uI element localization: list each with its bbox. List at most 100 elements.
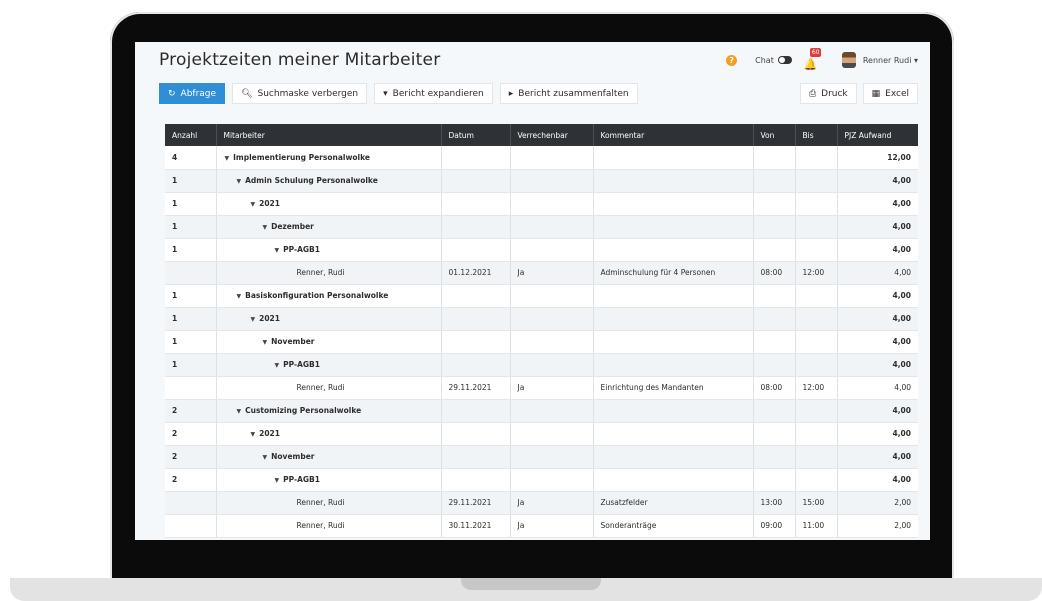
- table-group-row[interactable]: 2 ▼ 2021 4,00: [165, 422, 918, 446]
- column-header-mitarbeiter[interactable]: Mitarbeiter: [216, 124, 442, 146]
- cell-aufwand-text: 4,00: [892, 452, 911, 461]
- table-group-row[interactable]: 1 ▼ 2021 4,00: [165, 307, 918, 331]
- print-button[interactable]: ⎙ Druck: [799, 83, 857, 104]
- cell-kommentar-text: Adminschulung für 4 Personen: [600, 268, 716, 277]
- cell-datum-text: 01.12.2021: [448, 268, 492, 277]
- cell-count: [165, 261, 217, 285]
- cell-mitarbeiter-text: November: [271, 337, 315, 346]
- print-button-label: Druck: [821, 88, 848, 99]
- table-group-row[interactable]: 1 ▼ Basiskonfiguration Personalwolke 4,00: [165, 284, 918, 308]
- expand-caret-icon[interactable]: ▼: [237, 293, 242, 300]
- cell-kommentar: [593, 445, 754, 469]
- cell-kommentar-text: Einrichtung des Mandanten: [600, 383, 704, 392]
- cell-mitarbeiter: ▼ PP-AGB1: [216, 353, 442, 377]
- cell-mitarbeiter: ▼ November: [216, 445, 442, 469]
- cell-kommentar: [593, 330, 754, 354]
- column-header-kommentar[interactable]: Kommentar: [593, 124, 754, 146]
- cell-von-text: 08:00: [760, 383, 783, 392]
- cell-mitarbeiter-text: November: [271, 452, 315, 461]
- cell-aufwand-text: 12,00: [887, 152, 911, 162]
- expand-caret-icon[interactable]: ▼: [237, 178, 242, 185]
- table-group-row[interactable]: 1 ▼ PP-AGB1 4,00: [165, 353, 918, 377]
- expand-caret-icon[interactable]: ▼: [225, 155, 230, 162]
- cell-aufwand: 4,00: [837, 169, 918, 193]
- cell-datum: 30.11.2021: [441, 514, 511, 538]
- table-group-row[interactable]: 1 ▼ November 4,00: [165, 330, 918, 354]
- expand-caret-icon[interactable]: ▼: [251, 431, 256, 438]
- expand-caret-icon[interactable]: ▼: [251, 316, 256, 323]
- cell-aufwand-text: 4,00: [892, 475, 911, 484]
- cell-aufwand: 4,00: [837, 192, 918, 216]
- table-group-row[interactable]: 1 ▼ Dezember 4,00: [165, 215, 918, 239]
- cell-aufwand-text: 4,00: [892, 429, 911, 438]
- cell-datum: [441, 146, 511, 170]
- cell-aufwand-text: 4,00: [894, 383, 911, 392]
- expand-caret-icon[interactable]: ▼: [263, 454, 268, 461]
- cell-aufwand: 4,00: [837, 445, 918, 469]
- cell-mitarbeiter-text: Dezember: [271, 222, 314, 231]
- collapse-report-button[interactable]: ▸ Bericht zusammenfalten: [499, 83, 638, 104]
- table-group-row[interactable]: 1 ▼ 2021 4,00: [165, 192, 918, 216]
- query-button-label: Abfrage: [180, 88, 217, 99]
- expand-caret-icon[interactable]: ▼: [275, 477, 280, 484]
- cell-count: 2: [165, 399, 217, 423]
- cell-count: 1: [165, 353, 217, 377]
- cell-aufwand-text: 4,00: [894, 268, 911, 277]
- expand-caret-icon[interactable]: ▼: [263, 224, 268, 231]
- cell-von: [753, 146, 796, 170]
- cell-bis: [795, 169, 838, 193]
- help-icon[interactable]: ?: [726, 54, 738, 66]
- expand-caret-icon[interactable]: ▼: [237, 408, 242, 415]
- excel-button[interactable]: ▦ Excel: [862, 83, 918, 104]
- cell-verrechenbar: [510, 330, 594, 354]
- cell-mitarbeiter-text: Renner, Rudi: [296, 521, 345, 530]
- query-button[interactable]: ↻ Abfrage: [159, 83, 226, 104]
- cell-aufwand: 2,00: [837, 491, 918, 515]
- cell-count: 1: [165, 238, 217, 262]
- cell-mitarbeiter-text: 2021: [259, 429, 280, 438]
- avatar[interactable]: [841, 52, 856, 68]
- cell-count-text: 1: [172, 245, 178, 254]
- column-header-bis[interactable]: Bis: [795, 124, 838, 146]
- cell-mitarbeiter: Renner, Rudi: [216, 261, 442, 285]
- cell-verrechenbar: [510, 284, 594, 308]
- column-header-pjz-aufwand[interactable]: PJZ Aufwand: [837, 124, 918, 146]
- cell-von: [753, 307, 796, 331]
- expand-caret-icon[interactable]: ▼: [275, 247, 280, 254]
- cell-mitarbeiter: ▼ November: [216, 330, 442, 354]
- table-group-row[interactable]: 2 ▼ November 4,00: [165, 445, 918, 469]
- user-menu[interactable]: Renner Rudi ▾: [863, 56, 918, 65]
- cell-aufwand-text: 4,00: [892, 176, 911, 185]
- cell-count-text: 1: [172, 176, 178, 185]
- bell-icon: 🔔: [803, 58, 818, 71]
- expand-caret-icon[interactable]: ▼: [275, 362, 280, 369]
- cell-aufwand-text: 4,00: [892, 291, 911, 300]
- table-group-row[interactable]: 4 ▼ Implementierung Personalwolke 12,00: [165, 146, 918, 170]
- expand-caret-icon[interactable]: ▼: [263, 339, 268, 346]
- table-row: Renner, Rudi 29.11.2021 Ja Zusatzfelder 13:0…: [165, 491, 918, 515]
- table-group-row[interactable]: 1 ▼ Admin Schulung Personalwolke 4,00: [165, 169, 918, 193]
- column-header-anzahl[interactable]: Anzahl: [165, 124, 217, 146]
- page-title: Projektzeiten meiner Mitarbeiter: [159, 50, 441, 70]
- cell-von: [753, 169, 796, 193]
- cell-bis-text: 12:00: [802, 383, 825, 392]
- hide-search-button[interactable]: 🔍︎ Suchmaske verbergen: [232, 83, 368, 104]
- table-row: Renner, Rudi 29.11.2021 Ja Einrichtung des …: [165, 376, 918, 400]
- cell-aufwand: 4,00: [837, 330, 918, 354]
- column-header-datum[interactable]: Datum: [441, 124, 511, 146]
- cell-mitarbeiter: ▼ Dezember: [216, 215, 442, 239]
- table-group-row[interactable]: 2 ▼ Customizing Personalwolke 4,00: [165, 399, 918, 423]
- column-header-verrechenbar[interactable]: Verrechenbar: [510, 124, 594, 146]
- expand-report-button[interactable]: ▾ Bericht expandieren: [374, 83, 493, 104]
- cell-von: [753, 399, 796, 423]
- chat-toggle[interactable]: [777, 56, 792, 64]
- table-group-row[interactable]: 1 ▼ PP-AGB1 4,00: [165, 238, 918, 262]
- cell-verrechenbar: [510, 238, 594, 262]
- report-table-body: 4 ▼ Implementierung Personalwolke 12,00 1 ▼ Ad…: [165, 146, 918, 538]
- column-header-von[interactable]: Von: [753, 124, 796, 146]
- notifications-button[interactable]: 🔔 60: [804, 48, 822, 71]
- cell-kommentar: [593, 468, 754, 492]
- expand-caret-icon[interactable]: ▼: [251, 201, 256, 208]
- cell-verrechenbar: [510, 192, 594, 216]
- table-group-row[interactable]: 2 ▼ PP-AGB1 4,00: [165, 468, 918, 492]
